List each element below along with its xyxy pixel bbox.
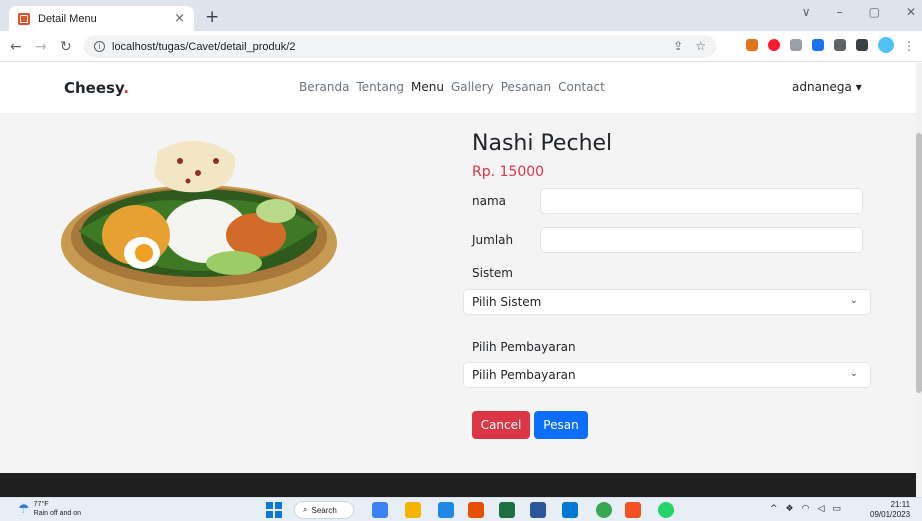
taskbar-search[interactable]: ⌕ Search (294, 501, 354, 519)
window-controls: ∨ – ▢ ✕ (802, 5, 916, 19)
nav-gallery[interactable]: Gallery (451, 80, 494, 94)
word-app-icon[interactable] (530, 502, 546, 518)
brand-name: Cheesy (64, 79, 124, 97)
chevron-down-icon: ⌄ (849, 368, 858, 379)
tab-search-icon[interactable]: ∨ (802, 5, 811, 19)
product-price: Rp. 15000 (472, 164, 545, 180)
whatsapp-app-icon[interactable] (658, 502, 674, 518)
page-footer (0, 473, 916, 497)
browser-tab[interactable]: Detail Menu × (9, 6, 194, 31)
telegram-app-icon[interactable] (438, 502, 454, 518)
clock-date: 09/01/2023 (870, 510, 911, 519)
vscode-app-icon[interactable] (562, 502, 578, 518)
jumlah-label: Jumlah (472, 233, 514, 247)
site-navbar: Cheesy. Beranda Tentang Menu Gallery Pes… (0, 63, 916, 114)
brave-app-icon[interactable] (468, 502, 484, 518)
wifi-icon[interactable]: ◠ (802, 504, 810, 514)
chrome-app-icon[interactable] (596, 502, 612, 518)
dropbox-icon[interactable]: ❖ (786, 504, 794, 514)
system-tray: ^ ❖ ◠ ◁ ▭ (770, 504, 841, 514)
minimize-icon[interactable]: – (837, 5, 843, 19)
nama-input[interactable] (540, 188, 863, 214)
close-window-icon[interactable]: ✕ (906, 5, 916, 19)
volume-icon[interactable]: ◁ (817, 504, 824, 514)
windows-start-icon[interactable] (266, 502, 282, 518)
browser-tab-strip: Detail Menu × + ∨ – ▢ ✕ (0, 0, 922, 31)
excel-app-icon[interactable] (499, 502, 515, 518)
bookmark-star-icon[interactable]: ☆ (695, 39, 706, 53)
reload-icon[interactable]: ↻ (60, 39, 72, 55)
tab-title: Detail Menu (38, 12, 97, 25)
tab-close-icon[interactable]: × (174, 11, 185, 26)
pesan-button[interactable]: Pesan (534, 411, 588, 439)
product-image (61, 140, 337, 301)
sidepanel-icon[interactable] (856, 39, 868, 51)
maximize-icon[interactable]: ▢ (869, 5, 880, 19)
forward-icon[interactable]: → (35, 39, 47, 55)
address-bar[interactable]: i localhost/tugas/Cavet/detail_produk/2 … (84, 35, 716, 58)
rain-icon: ☂ (18, 501, 30, 517)
pembayaran-selected-value: Pilih Pembayaran (472, 368, 576, 382)
back-icon[interactable]: ← (10, 39, 22, 55)
sistem-selected-value: Pilih Sistem (472, 295, 542, 309)
url-text: localhost/tugas/Cavet/detail_produk/2 (112, 40, 296, 53)
xampp-app-icon[interactable] (625, 502, 641, 518)
opera-extension-icon[interactable] (768, 39, 780, 51)
battery-icon[interactable]: ▭ (832, 504, 841, 514)
site-info-icon[interactable]: i (94, 41, 105, 52)
tray-overflow-icon[interactable]: ^ (770, 504, 778, 514)
extensions (746, 37, 894, 53)
site-brand[interactable]: Cheesy. (64, 79, 129, 97)
cancel-button[interactable]: Cancel (472, 411, 530, 439)
os-taskbar: ☂ 77°F Rain off and on ⌕ Search ^ ❖ ◠ ◁ … (0, 497, 922, 521)
user-dropdown[interactable]: adnanega ▾ (792, 80, 862, 94)
metamask-extension-icon[interactable] (746, 39, 758, 51)
sistem-select[interactable]: Pilih Sistem ⌄ (463, 289, 871, 315)
weather-widget[interactable]: ☂ 77°F Rain off and on (18, 500, 81, 518)
search-label: Search (311, 505, 337, 515)
file-explorer-icon[interactable] (405, 502, 421, 518)
page-scrollbar[interactable] (916, 63, 922, 497)
taskbar-clock[interactable]: 21:11 09/01/2023 (870, 500, 910, 520)
puzzle-extensions-icon[interactable] (834, 39, 846, 51)
pembayaran-select[interactable]: Pilih Pembayaran ⌄ (463, 362, 871, 388)
meet-app-icon[interactable] (372, 502, 388, 518)
profile-avatar[interactable] (878, 37, 894, 53)
share-icon[interactable]: ⇪ (673, 39, 683, 53)
product-title: Nashi Pechel (472, 131, 613, 156)
clock-time: 21:11 (890, 500, 911, 509)
brand-dot: . (123, 79, 130, 97)
docs-extension-icon[interactable] (812, 39, 824, 51)
tab-favicon-icon (18, 12, 30, 25)
search-icon: ⌕ (303, 505, 308, 514)
nav-tentang[interactable]: Tentang (356, 80, 404, 94)
jumlah-input[interactable] (540, 227, 863, 253)
new-tab-icon[interactable]: + (205, 7, 219, 27)
nav-contact[interactable]: Contact (558, 80, 605, 94)
nav-beranda[interactable]: Beranda (299, 80, 349, 94)
page-viewport: Cheesy. Beranda Tentang Menu Gallery Pes… (0, 63, 916, 497)
nav-pesanan[interactable]: Pesanan (501, 80, 551, 94)
chevron-down-icon: ⌄ (849, 295, 858, 306)
site-menu: Beranda Tentang Menu Gallery Pesanan Con… (299, 80, 605, 94)
nama-label: nama (472, 194, 507, 208)
scrollbar-thumb[interactable] (916, 133, 922, 393)
sistem-label: Sistem (472, 266, 513, 280)
pembayaran-label: Pilih Pembayaran (472, 340, 576, 354)
camera-extension-icon[interactable] (790, 39, 802, 51)
weather-temperature: 77°F (33, 501, 49, 508)
browser-toolbar: ← → ↻ i localhost/tugas/Cavet/detail_pro… (0, 31, 922, 62)
weather-description: Rain off and on (33, 510, 82, 517)
browser-menu-icon[interactable]: ⋮ (903, 39, 915, 53)
nav-menu[interactable]: Menu (411, 80, 444, 94)
